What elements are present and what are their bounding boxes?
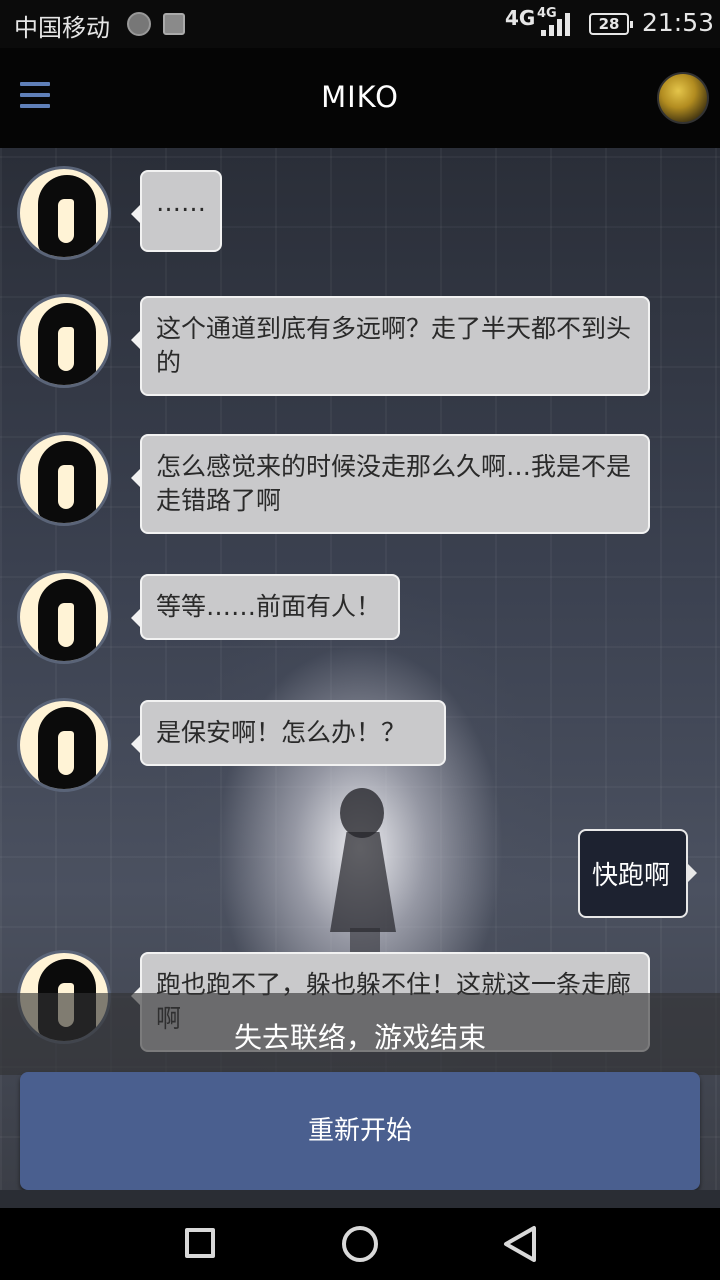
back-button[interactable] (480, 1208, 560, 1280)
restart-button[interactable]: 重新开始 (20, 1072, 700, 1190)
clock: 21:53 (642, 8, 715, 37)
circle-icon (342, 1226, 378, 1262)
user-message-bubble: 快跑啊 (578, 829, 697, 918)
npc-message-bubble: 怎么感觉来的时候没走那么久啊…我是不是走错路了啊 (131, 434, 650, 534)
npc-avatar (17, 570, 111, 664)
notification-app-icon (127, 12, 151, 36)
npc-avatar (17, 698, 111, 792)
square-icon (185, 1228, 215, 1258)
npc-message-bubble: 是保安啊！怎么办！？ (131, 700, 446, 766)
signal-strength-icon (541, 12, 573, 36)
npc-message-bubble: 等等……前面有人！ (131, 574, 400, 640)
game-over-message: 失去联络，游戏结束 (233, 1021, 486, 1054)
navigation-bar (0, 1208, 720, 1280)
status-bar: 中国移动 4G 4G 28 21:53 (0, 0, 720, 48)
npc-avatar (17, 166, 111, 260)
notification-image-icon (163, 13, 185, 35)
triangle-back-icon (504, 1226, 536, 1262)
home-button[interactable] (320, 1208, 400, 1280)
battery-icon: 28 (589, 13, 633, 35)
bottom-panel (0, 1190, 720, 1208)
recent-apps-button[interactable] (160, 1208, 240, 1280)
npc-message-bubble: …… (131, 170, 222, 252)
user-avatar[interactable] (657, 72, 709, 124)
app-title: MIKO (321, 80, 399, 114)
npc-avatar (17, 294, 111, 388)
npc-message-bubble: 这个通道到底有多远啊？走了半天都不到头的 (131, 296, 650, 396)
network-type-label: 4G (505, 6, 536, 30)
app-bar: MIKO (0, 48, 720, 148)
npc-avatar (17, 432, 111, 526)
carrier-name: 中国移动 (14, 14, 110, 42)
